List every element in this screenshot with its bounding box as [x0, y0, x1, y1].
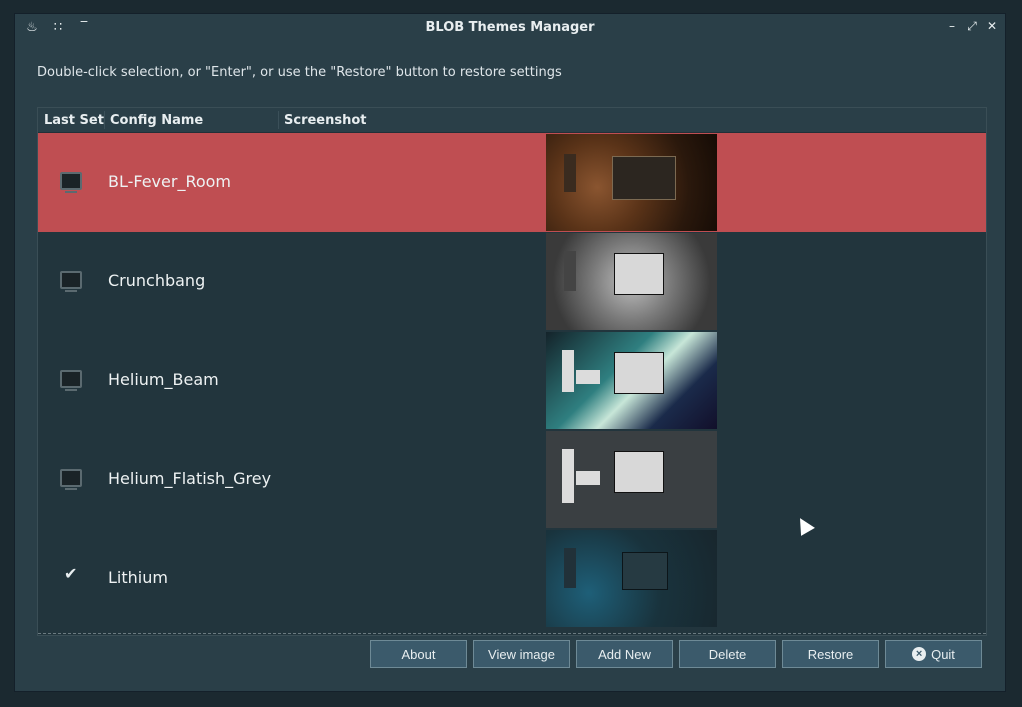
- table-row[interactable]: BL-Fever_Room: [38, 133, 986, 232]
- config-name: Helium_Flatish_Grey: [108, 469, 272, 488]
- quit-label: Quit: [931, 646, 955, 662]
- table-row[interactable]: Crunchbang: [38, 232, 986, 331]
- quit-icon: ×: [912, 647, 927, 661]
- instructions-text: Double-click selection, or "Enter", or u…: [37, 65, 562, 80]
- table-header: Last Set Config Name Screenshot: [38, 108, 986, 133]
- about-button[interactable]: About: [370, 640, 467, 668]
- delete-button[interactable]: Delete: [679, 640, 776, 668]
- config-name: BL-Fever_Room: [108, 172, 232, 191]
- theme-screenshot: [546, 530, 717, 627]
- quit-button[interactable]: × Quit: [885, 640, 982, 668]
- column-separator[interactable]: [278, 111, 279, 129]
- maximize-icon[interactable]: ⤢: [967, 19, 977, 34]
- config-name: Crunchbang: [108, 271, 206, 290]
- view-image-button[interactable]: View image: [473, 640, 570, 668]
- restore-button[interactable]: Restore: [782, 640, 879, 668]
- button-bar: About View image Add New Delete Restore …: [370, 640, 982, 668]
- theme-screenshot: [546, 233, 717, 330]
- themes-manager-window: ♨ ∷ ‾ BLOB Themes Manager – ⤢ ✕ Double-c…: [15, 14, 1005, 691]
- theme-screenshot: [546, 134, 717, 231]
- column-separator[interactable]: [104, 111, 105, 129]
- table-row[interactable]: Helium_Beam: [38, 331, 986, 430]
- theme-screenshot: [546, 332, 717, 429]
- theme-screenshot: [546, 431, 717, 528]
- last-set-cell: [60, 468, 82, 490]
- add-new-button[interactable]: Add New: [576, 640, 673, 668]
- table-rows: BL-Fever_Room Crunchbang Helium_Beam Hel…: [38, 133, 986, 628]
- last-set-cell: ✔: [60, 564, 82, 589]
- column-config-name[interactable]: Config Name: [110, 113, 203, 128]
- themes-table[interactable]: Last Set Config Name Screenshot BL-Fever…: [37, 107, 987, 636]
- table-row[interactable]: ✔ Lithium: [38, 529, 986, 628]
- column-screenshot[interactable]: Screenshot: [284, 113, 367, 128]
- monitor-icon: [60, 271, 82, 292]
- table-bottom-border: [38, 633, 986, 635]
- config-name: Helium_Beam: [108, 370, 219, 389]
- table-row[interactable]: Helium_Flatish_Grey: [38, 430, 986, 529]
- monitor-icon: [60, 469, 82, 490]
- last-set-cell: [60, 369, 82, 391]
- close-icon[interactable]: ✕: [987, 19, 997, 34]
- last-set-cell: [60, 270, 82, 292]
- config-name: Lithium: [108, 568, 168, 587]
- column-last-set[interactable]: Last Set: [44, 113, 104, 128]
- titlebar[interactable]: ♨ ∷ ‾ BLOB Themes Manager – ⤢ ✕: [15, 14, 1005, 42]
- monitor-icon: [60, 172, 82, 193]
- minimize-icon[interactable]: –: [947, 19, 957, 34]
- last-set-cell: [60, 171, 82, 193]
- monitor-icon: [60, 370, 82, 391]
- checkmark-icon: ✔: [64, 564, 78, 583]
- window-title: BLOB Themes Manager: [425, 20, 595, 35]
